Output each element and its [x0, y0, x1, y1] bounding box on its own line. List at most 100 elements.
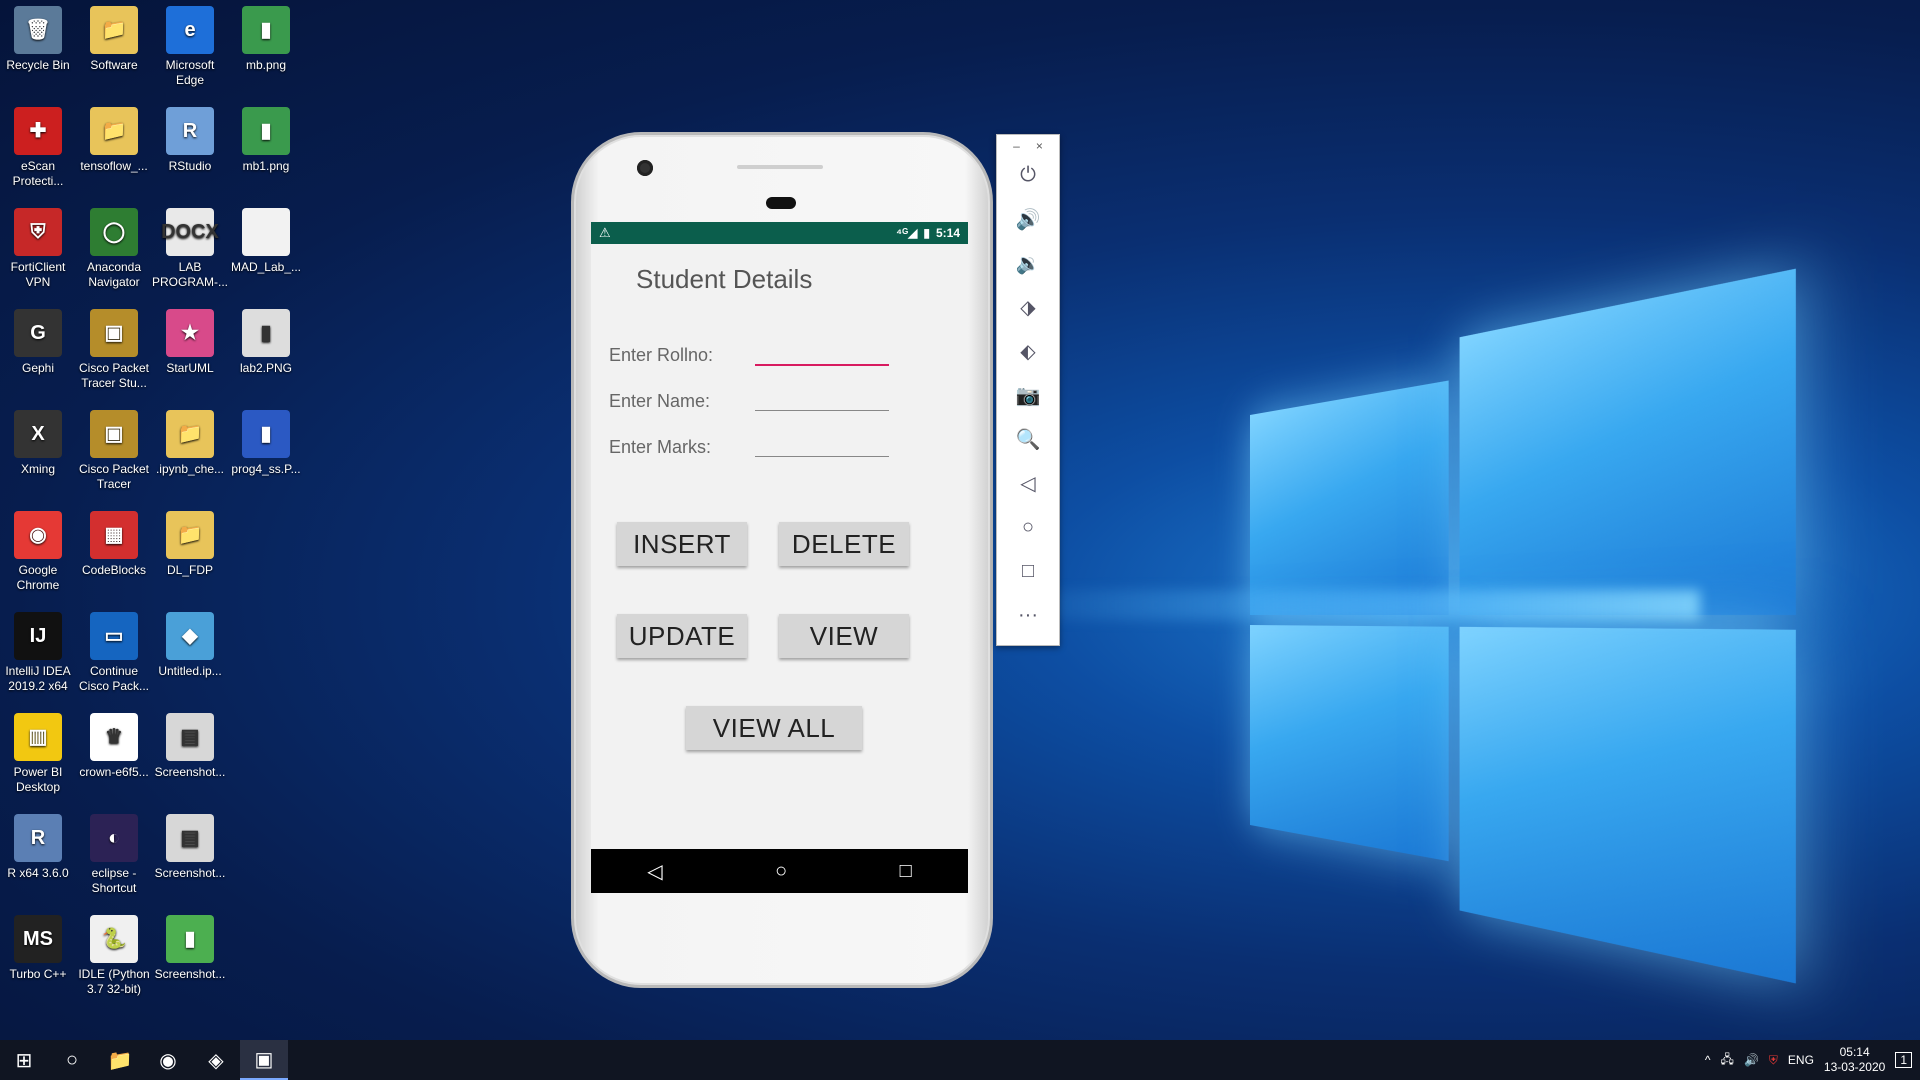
- desktop-icon-label: StarUML: [166, 361, 214, 375]
- desktop-icon[interactable]: ▣ Cisco Packet Tracer Stu...: [76, 303, 152, 391]
- desktop-icon[interactable]: ✚ eScan Protecti...: [0, 101, 76, 189]
- desktop-icon[interactable]: ◐ eclipse - Shortcut: [76, 808, 152, 896]
- network-icon[interactable]: 🖧: [1721, 1050, 1734, 1071]
- emulator-toolbar: – × ⏻ 🔊 🔉 ⬗ ⬖ 📷 🔍 ◁ ○ □ ···: [996, 134, 1060, 646]
- desktop-icon-label: Software: [90, 58, 138, 72]
- android-studio-taskbar-icon[interactable]: ◈: [192, 1040, 240, 1080]
- desktop-icon-label: IntelliJ IDEA 2019.2 x64: [5, 664, 71, 693]
- back-icon[interactable]: ◁: [647, 859, 662, 884]
- notifications-icon[interactable]: 1: [1895, 1052, 1912, 1068]
- file-explorer-taskbar-icon[interactable]: 📁: [96, 1040, 144, 1080]
- desktop-icon[interactable]: 🐍 IDLE (Python 3.7 32-bit): [76, 909, 152, 997]
- desktop-icon[interactable]: ▦ CodeBlocks: [76, 505, 152, 578]
- desktop-icon[interactable]: DOCX LAB PROGRAM-...: [152, 202, 228, 290]
- volume-icon[interactable]: 🔊: [1744, 1053, 1759, 1067]
- speaker: [737, 165, 823, 169]
- desktop-icon-label: Screenshot...: [154, 967, 226, 981]
- sensor: [766, 197, 796, 209]
- desktop-icon[interactable]: R R x64 3.6.0: [0, 808, 76, 881]
- rotate-right-icon[interactable]: ⬖: [997, 329, 1059, 373]
- desktop-icon[interactable]: 📁 tensoflow_...: [76, 101, 152, 174]
- rollno-label: Enter Rollno:: [609, 345, 714, 365]
- desktop-icon-label: prog4_ss.P...: [231, 462, 301, 476]
- desktop-icon[interactable]: IJ IntelliJ IDEA 2019.2 x64: [0, 606, 76, 694]
- desktop-icon[interactable]: ◯ Anaconda Navigator: [76, 202, 152, 290]
- desktop-icon[interactable]: ▮ prog4_ss.P...: [228, 404, 304, 477]
- desktop-icon[interactable]: ▣ Cisco Packet Tracer: [76, 404, 152, 492]
- desktop-icon[interactable]: ▤ Screenshot...: [152, 808, 228, 881]
- desktop-app-icon: R: [166, 107, 214, 155]
- camera-icon[interactable]: 📷: [997, 373, 1059, 417]
- desktop-icon-label: crown-e6f5...: [79, 765, 149, 779]
- desktop-icon[interactable]: 📁 DL_FDP: [152, 505, 228, 578]
- language-indicator[interactable]: ENG: [1788, 1053, 1814, 1067]
- view-button[interactable]: VIEW: [779, 614, 909, 658]
- desktop-icon[interactable]: R RStudio: [152, 101, 228, 174]
- clock[interactable]: 05:14 13-03-2020: [1824, 1045, 1885, 1075]
- close-icon[interactable]: ×: [1036, 139, 1043, 153]
- desktop-icon[interactable]: ▤ Screenshot...: [152, 707, 228, 780]
- desktop-app-icon: 📁: [90, 6, 138, 54]
- desktop-icon[interactable]: 📁 Software: [76, 0, 152, 73]
- desktop-icon[interactable]: 🗑 Recycle Bin: [0, 0, 76, 73]
- desktop-icon[interactable]: ◉ Google Chrome: [0, 505, 76, 593]
- desktop-icon[interactable]: ★ StarUML: [152, 303, 228, 376]
- desktop-app-icon: ▮: [242, 107, 290, 155]
- desktop-icon[interactable]: ▮ lab2.PNG: [228, 303, 304, 376]
- recent-apps-icon[interactable]: □: [900, 860, 912, 883]
- desktop-icon[interactable]: ⛨ FortiClient VPN: [0, 202, 76, 290]
- desktop-icon[interactable]: e Microsoft Edge: [152, 0, 228, 88]
- home-icon[interactable]: ○: [997, 505, 1059, 549]
- desktop-icon[interactable]: ▥ Power BI Desktop: [0, 707, 76, 795]
- emulator-taskbar-icon[interactable]: ▣: [240, 1040, 288, 1080]
- desktop-icon[interactable]: 📁 .ipynb_che...: [152, 404, 228, 477]
- desktop-app-icon: 🐍: [90, 915, 138, 963]
- security-icon[interactable]: ⛨: [1769, 1053, 1778, 1068]
- volume-up-icon[interactable]: 🔊: [997, 197, 1059, 241]
- desktop-icon[interactable]: X Xming: [0, 404, 76, 477]
- more-icon[interactable]: ···: [997, 593, 1059, 637]
- desktop-icon-label: Gephi: [21, 361, 55, 375]
- start-button[interactable]: ⊞: [0, 1040, 48, 1080]
- power-icon[interactable]: ⏻: [997, 153, 1059, 197]
- desktop-icon[interactable]: ▭ Continue Cisco Pack...: [76, 606, 152, 694]
- desktop-app-icon: ◆: [166, 612, 214, 660]
- rotate-left-icon[interactable]: ⬗: [997, 285, 1059, 329]
- delete-button[interactable]: DELETE: [779, 522, 909, 566]
- zoom-icon[interactable]: 🔍: [997, 417, 1059, 461]
- desktop-icon[interactable]: G Gephi: [0, 303, 76, 376]
- desktop-app-icon: X: [14, 410, 62, 458]
- status-time: 5:14: [935, 226, 960, 240]
- desktop-icon[interactable]: ♛ crown-e6f5...: [76, 707, 152, 780]
- chevron-up-icon[interactable]: ^: [1705, 1053, 1711, 1067]
- desktop-app-icon: ★: [166, 309, 214, 357]
- search-icon[interactable]: ○: [48, 1040, 96, 1080]
- desktop-icon[interactable]: MAD_Lab_...: [228, 202, 304, 275]
- desktop-icon[interactable]: MS Turbo C++: [0, 909, 76, 982]
- desktop-icon[interactable]: ◆ Untitled.ip...: [152, 606, 228, 679]
- desktop-app-icon: ▦: [90, 511, 138, 559]
- marks-input[interactable]: [755, 428, 889, 457]
- minimize-icon[interactable]: –: [1013, 139, 1020, 153]
- desktop-app-icon: 📁: [166, 410, 214, 458]
- desktop-app-icon: ▮: [166, 915, 214, 963]
- signal-icon: ⁴ᴳ◢: [896, 226, 918, 240]
- desktop-icon[interactable]: ▮ mb.png: [228, 0, 304, 73]
- desktop-icon-label: Untitled.ip...: [158, 664, 222, 678]
- rollno-input[interactable]: [755, 336, 889, 366]
- overview-icon[interactable]: □: [997, 549, 1059, 593]
- view-all-button[interactable]: VIEW ALL: [686, 706, 862, 750]
- desktop-icon-label: .ipynb_che...: [155, 462, 225, 476]
- back-icon[interactable]: ◁: [997, 461, 1059, 505]
- chrome-taskbar-icon[interactable]: ◉: [144, 1040, 192, 1080]
- name-input[interactable]: [755, 382, 889, 411]
- desktop-icon[interactable]: ▮ Screenshot...: [152, 909, 228, 982]
- home-icon[interactable]: ○: [775, 860, 787, 883]
- warning-icon: ⚠: [599, 225, 611, 240]
- phone-emulator: ⚠ ⁴ᴳ◢ ▮ 5:14 Student Details Enter Rolln…: [571, 132, 993, 988]
- desktop-icon[interactable]: ▮ mb1.png: [228, 101, 304, 174]
- update-button[interactable]: UPDATE: [617, 614, 747, 658]
- desktop-icon-label: Screenshot...: [154, 866, 226, 880]
- insert-button[interactable]: INSERT: [617, 522, 747, 566]
- volume-down-icon[interactable]: 🔉: [997, 241, 1059, 285]
